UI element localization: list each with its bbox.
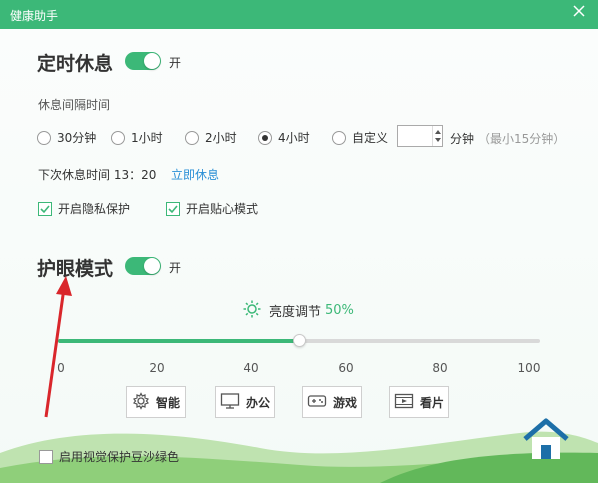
radio-custom[interactable]: 自定义	[332, 129, 388, 146]
interval-label: 休息间隔时间	[38, 98, 111, 112]
gamepad-icon	[307, 392, 327, 413]
brightness-slider[interactable]	[58, 334, 540, 347]
stepper-down-icon[interactable]	[435, 138, 441, 142]
health-assistant-window: 健康助手 定时休息 开 休息间隔时间 30分钟 1小时 2小时 4小时 自定义 …	[0, 0, 598, 483]
rest-now-link[interactable]: 立即休息	[171, 166, 219, 183]
window-title: 健康助手	[10, 9, 59, 23]
tick-label: 80	[432, 361, 448, 375]
radio-4hour[interactable]: 4小时	[258, 129, 310, 146]
bean-green-checkbox[interactable]: 启用视觉保护豆沙绿色	[39, 448, 179, 465]
close-icon[interactable]	[572, 4, 588, 20]
eye-toggle[interactable]	[125, 257, 161, 275]
monitor-icon	[220, 392, 240, 413]
film-icon	[394, 392, 414, 413]
slider-thumb[interactable]	[293, 334, 306, 347]
rest-toggle-label: 开	[169, 56, 182, 70]
tick-label: 40	[243, 361, 259, 375]
rest-toggle[interactable]	[125, 52, 161, 70]
brightness-row: 亮度调节 50%	[243, 300, 354, 321]
house-logo-icon	[523, 418, 569, 459]
custom-minutes-stepper[interactable]	[397, 125, 443, 147]
eye-section-title: 护眼模式	[37, 258, 114, 280]
gear-icon	[132, 391, 150, 413]
stepper-up-icon[interactable]	[435, 130, 441, 134]
radio-1hour[interactable]: 1小时	[111, 129, 163, 146]
checkbox-empty-icon	[39, 449, 53, 464]
brightness-label: 亮度调节	[269, 305, 322, 320]
rest-section-title: 定时休息	[37, 53, 114, 75]
custom-hint: （最小15分钟）	[478, 132, 566, 146]
tick-label: 0	[57, 361, 65, 375]
eye-toggle-label: 开	[169, 261, 182, 275]
tick-label: 20	[149, 361, 165, 375]
sun-icon	[243, 300, 261, 321]
radio-30min[interactable]: 30分钟	[37, 129, 96, 146]
privacy-checkbox[interactable]: 开启隐私保护	[38, 200, 130, 217]
slider-fill	[58, 339, 299, 343]
radio-2hour[interactable]: 2小时	[185, 129, 237, 146]
check-icon	[166, 201, 180, 216]
brightness-value: 50%	[325, 303, 354, 318]
tick-label: 100	[517, 361, 541, 375]
title-bar: 健康助手	[0, 0, 598, 29]
custom-unit: 分钟	[450, 132, 475, 146]
check-icon	[38, 201, 52, 216]
caring-mode-checkbox[interactable]: 开启贴心模式	[166, 200, 258, 217]
tick-label: 60	[338, 361, 354, 375]
next-rest-time: 下次休息时间 13：20	[38, 168, 157, 182]
